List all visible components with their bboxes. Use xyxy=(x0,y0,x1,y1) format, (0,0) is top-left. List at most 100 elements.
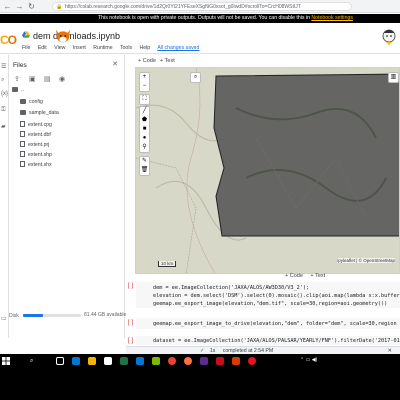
menu-edit[interactable]: Edit xyxy=(38,45,47,51)
disk-usage-bar xyxy=(23,314,81,317)
map-scale: 10 km xyxy=(158,260,177,267)
drive-mount-icon[interactable]: ▤ xyxy=(44,75,51,83)
map-scale-label: 10 km xyxy=(158,261,177,267)
code-cell[interactable]: geemap.ee_export_image_to_drive(elevatio… xyxy=(136,318,400,329)
tree-item-label: sample_data xyxy=(29,110,59,116)
fox-mascot-icon xyxy=(55,29,71,43)
tree-item[interactable]: .. xyxy=(12,87,24,93)
windows-start-icon[interactable] xyxy=(2,357,10,365)
terminal-icon[interactable]: ▭ xyxy=(1,315,7,322)
tree-item-label: config xyxy=(29,99,43,105)
disk-label: Disk xyxy=(9,313,19,319)
code-line: geemap.ee_export_image_to_drive(elevatio… xyxy=(153,321,397,327)
tree-item[interactable]: sample_data xyxy=(20,110,59,116)
menu-icon[interactable]: ☰ xyxy=(1,63,6,70)
map-attribution: ipyleaflet | © OpenStreetMap xyxy=(337,258,395,263)
app-icon[interactable] xyxy=(152,357,160,365)
back-icon[interactable]: ← xyxy=(3,2,12,11)
tree-item-label: extent.shx xyxy=(28,162,52,168)
code-cell[interactable]: dem = ee.ImageCollection('JAXA/ALOS/AW3D… xyxy=(136,282,400,308)
tree-item[interactable]: config xyxy=(20,99,43,105)
private-outputs-notice: This notebook is open with private outpu… xyxy=(0,14,400,23)
search-icon[interactable]: ⌕ xyxy=(1,77,4,84)
code-line: geemap.ee_export_image(elevation,"dem.ti… xyxy=(153,301,388,307)
folder-icon xyxy=(20,110,26,115)
folder-icon[interactable]: ▰ xyxy=(1,123,6,130)
zoom-in-button[interactable]: + xyxy=(140,73,149,82)
draw-toolbar: ╱ ⬟ ■ ● ⚲ xyxy=(139,106,150,153)
folder-icon xyxy=(20,99,26,104)
file-icon xyxy=(20,161,25,167)
fullscreen-button[interactable]: ⛶ xyxy=(139,94,150,105)
tree-item-label: extent.prj xyxy=(28,142,50,148)
menu-file[interactable]: File xyxy=(22,45,30,51)
draw-rectangle-icon[interactable]: ■ xyxy=(140,125,149,134)
folder-icon xyxy=(12,87,18,92)
store-icon[interactable] xyxy=(104,357,112,365)
add-code-button[interactable]: + Code xyxy=(138,58,156,64)
draw-circle-icon[interactable]: ● xyxy=(140,134,149,143)
app-icon[interactable] xyxy=(216,357,224,365)
draw-polyline-icon[interactable]: ╱ xyxy=(140,107,149,116)
app-icon[interactable] xyxy=(200,357,208,365)
menu-view[interactable]: View xyxy=(54,45,65,51)
tree-item[interactable]: extent.shp xyxy=(20,151,52,158)
files-panel: Files ✕ ⇪ ▣ ▤ ◉ xyxy=(9,55,125,338)
upload-icon[interactable]: ⇪ xyxy=(14,75,20,83)
taskbar-search-icon[interactable]: ⌕ xyxy=(30,358,33,365)
variables-icon[interactable]: {x} xyxy=(1,91,8,97)
notebook-settings-link[interactable]: Notebook settings xyxy=(311,15,353,21)
edit-layers-icon[interactable]: ✎ xyxy=(140,157,149,166)
insert-code-button[interactable]: + Code xyxy=(285,273,303,279)
edge-icon[interactable] xyxy=(72,357,80,365)
layers-icon[interactable]: ▥ xyxy=(389,73,398,82)
add-text-button[interactable]: + Text xyxy=(160,58,175,64)
new-folder-icon[interactable]: ▣ xyxy=(29,75,36,83)
notebook-title[interactable]: dem downloads.ipynb xyxy=(33,31,120,41)
forward-icon[interactable]: → xyxy=(15,2,24,11)
cell-bracket[interactable]: [ ] xyxy=(128,283,133,289)
draw-marker-icon[interactable]: ⚲ xyxy=(140,143,149,152)
code-line: dataset = ee.ImageCollection('JAXA/ALOS/… xyxy=(153,338,400,344)
chrome-icon[interactable] xyxy=(168,357,176,365)
powerpoint-icon[interactable] xyxy=(232,357,240,365)
mail-icon[interactable] xyxy=(136,357,144,365)
hide-icon[interactable]: ◉ xyxy=(59,75,65,83)
cell-bracket[interactable]: [ ] xyxy=(128,338,133,344)
zoom-out-button[interactable]: − xyxy=(140,82,149,91)
address-bar[interactable]: 🔒 https://colab.research.google.com/driv… xyxy=(52,2,352,11)
system-tray[interactable]: ⌃ ▭ ◀) xyxy=(300,357,317,363)
firefox-icon[interactable] xyxy=(184,357,192,365)
colab-logo[interactable]: CO xyxy=(0,33,17,47)
app-icon[interactable] xyxy=(248,357,256,365)
cell-bracket[interactable]: [ ] xyxy=(128,320,133,326)
reload-icon[interactable]: ↻ xyxy=(27,2,36,11)
menu-runtime[interactable]: Runtime xyxy=(93,45,112,51)
lock-icon: 🔒 xyxy=(56,4,63,10)
menu-help[interactable]: Help xyxy=(140,45,151,51)
code-cell[interactable]: dataset = ee.ImageCollection('JAXA/ALOS/… xyxy=(136,336,400,345)
file-explorer-icon[interactable] xyxy=(88,357,96,365)
menu-bar: File Edit View Insert Runtime Tools Help… xyxy=(22,45,205,51)
save-status[interactable]: All changes saved xyxy=(157,45,199,51)
tree-item[interactable]: extent.dbf xyxy=(20,131,51,138)
draw-polygon-icon[interactable]: ⬟ xyxy=(140,116,149,125)
search-map-icon[interactable]: ⌕ xyxy=(191,73,200,82)
tree-item[interactable]: extent.prj xyxy=(20,141,49,148)
menu-insert[interactable]: Insert xyxy=(73,45,86,51)
delete-layers-icon[interactable]: 🗑 xyxy=(140,166,149,175)
excel-icon[interactable] xyxy=(120,357,128,365)
close-icon[interactable]: ✕ xyxy=(112,60,118,68)
browser-toolbar: ← → ↻ 🔒 https://colab.research.google.co… xyxy=(0,0,400,13)
secrets-icon[interactable]: ⚿ xyxy=(1,107,6,114)
insert-text-button[interactable]: + Text xyxy=(310,273,325,279)
file-icon xyxy=(20,151,25,157)
task-view-icon[interactable] xyxy=(56,357,64,365)
tree-item[interactable]: extent.shx xyxy=(20,161,52,168)
tree-item[interactable]: extent.cpg xyxy=(20,121,52,128)
map-output[interactable]: + − ⛶ ╱ ⬟ ■ ● ⚲ ✎ 🗑 ⌕ ▥ 10 km ipyleaflet… xyxy=(135,67,400,274)
cartoon-avatar-icon[interactable] xyxy=(381,28,397,46)
menu-tools[interactable]: Tools xyxy=(120,45,132,51)
map-canvas xyxy=(136,68,399,273)
fullscreen-icon: ⛶ xyxy=(142,96,147,102)
